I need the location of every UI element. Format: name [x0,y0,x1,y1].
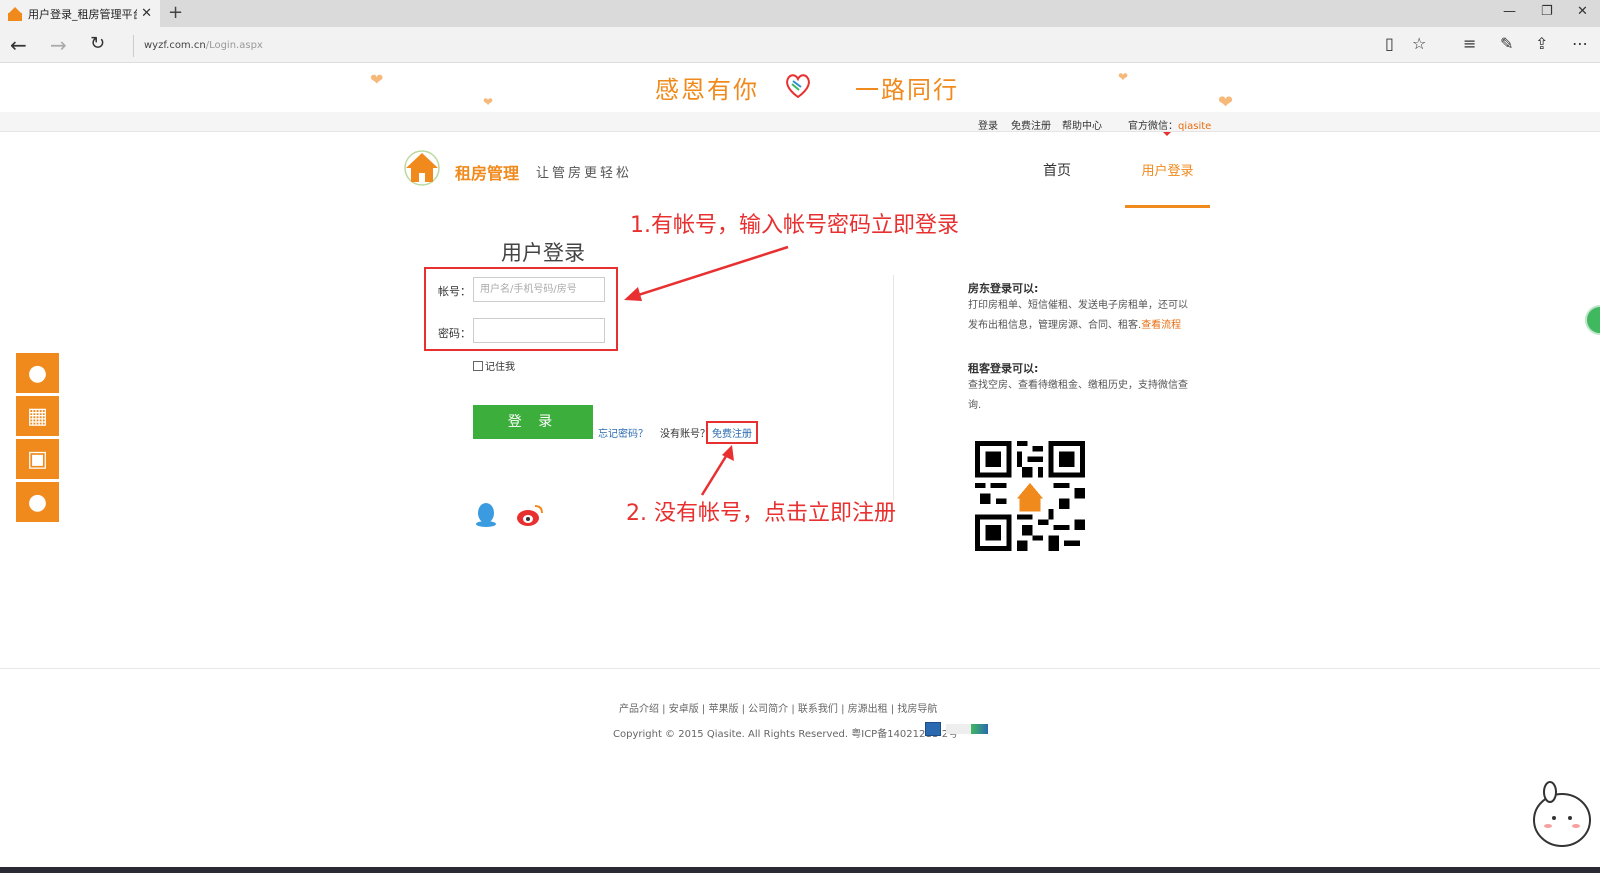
site-slogan: 让管房更轻松 [536,166,633,181]
web-note-icon[interactable]: ✎ [1500,34,1513,53]
view-process-link[interactable]: 查看流程 [1141,320,1181,331]
side-qq-button[interactable]: ● [16,353,59,393]
heart-decoration-icon: ❤ [1118,70,1129,84]
footer-copyright: Copyright © 2015 Qiasite. All Rights Res… [613,729,959,740]
wechat-id: qiasite [1178,121,1212,132]
free-register-link[interactable]: 免费注册 [706,421,758,444]
cnzz-badge-icon[interactable] [946,724,988,734]
forgot-password-link[interactable]: 忘记密码？ [598,425,648,440]
tenant-description: 查找空房、查看待缴租金、缴租历史，支持微信查询. [968,380,1188,411]
remember-checkbox[interactable] [473,360,483,371]
qq-login-icon[interactable] [474,502,498,528]
weibo-login-icon[interactable] [515,502,545,528]
top-help-link[interactable]: 帮助中心 [1062,117,1102,132]
security-badge-icon[interactable] [925,722,941,736]
nav-user-login-link[interactable]: 用户登录 [1125,160,1210,208]
mascot-decoration-icon [1533,781,1591,847]
vertical-divider [893,275,894,500]
landlord-title: 房东登录可以: [968,282,1039,295]
url-host: wyzf.com.cn [144,40,206,51]
url-path: /Login.aspx [205,40,263,51]
banner-text-right: 一路同行 [855,76,959,104]
android-icon: ▣ [27,446,48,472]
new-tab-button[interactable]: + [168,2,183,23]
house-logo-icon[interactable] [402,146,442,186]
restore-icon[interactable]: ❐ [1541,4,1553,19]
wechat-info[interactable]: 官方微信：qiasite [1128,117,1211,132]
refresh-icon[interactable]: ↻ [90,33,105,54]
browser-tab-strip [0,0,1600,27]
no-account-text: 没有账号？ [660,429,710,440]
password-label: 密码： [438,327,471,340]
heart-decoration-icon: ❤ [1218,92,1234,113]
footer-divider [0,668,1600,669]
close-tab-icon[interactable]: ✕ [141,6,152,21]
login-button[interactable]: 登 录 [473,405,593,439]
annotation-arrow-1-icon [624,245,789,301]
landlord-description: 打印房租单、短信催租、发送电子房租单，还可以发布出租信息，管理房源、合同、租客.… [968,296,1188,336]
qq-icon: ● [27,360,48,386]
reading-view-icon[interactable]: ▯ [1385,34,1394,53]
tenant-title: 租客登录可以: [968,362,1039,375]
top-login-link[interactable]: 登录 [978,117,998,132]
remember-me-option[interactable]: 记住我 [473,358,515,373]
more-icon[interactable]: ⋯ [1572,34,1588,53]
login-title: 用户登录 [501,241,585,265]
favorite-star-icon[interactable]: ☆ [1412,34,1426,53]
heart-decoration-icon: ❤ [483,95,494,109]
password-input[interactable] [473,318,605,343]
qr-code-icon: ▦ [27,403,48,429]
tab-title: 用户登录_租房管理平台 [28,7,138,21]
nav-home-link[interactable]: 首页 [1043,160,1071,180]
apple-icon: ● [27,489,48,515]
browser-tab-active[interactable]: 用户登录_租房管理平台 ✕ [0,0,160,27]
wechat-label: 官方微信： [1128,121,1178,132]
account-label: 帐号： [438,285,471,298]
url-field[interactable]: wyzf.com.cn/Login.aspx [133,35,263,57]
footer-links[interactable]: 产品介绍 | 安卓版 | 苹果版 | 公司简介 | 联系我们 | 房源出租 | … [619,700,937,715]
annotation-step2: 2. 没有帐号，点击立即注册 [626,501,896,526]
annotation-step1: 1.有帐号，输入帐号密码立即登录 [630,213,959,238]
share-icon[interactable]: ⇪ [1535,34,1548,53]
account-input[interactable]: 用户名/手机号码/房号 [473,277,605,302]
top-links-bar [0,112,1600,132]
banner-text-left: 感恩有你 [655,76,759,104]
side-apple-button[interactable]: ● [16,482,59,522]
top-register-link[interactable]: 免费注册 [1011,117,1051,132]
close-window-icon[interactable]: ✕ [1577,4,1588,19]
heart-decoration-icon: ❤ [370,70,384,89]
wechat-qr-code-icon [975,441,1085,551]
hub-icon[interactable]: ≡ [1463,34,1476,53]
os-taskbar [0,867,1600,873]
remember-label: 记住我 [485,362,515,373]
side-android-button[interactable]: ▣ [16,439,59,479]
floating-widget-icon[interactable] [1585,305,1600,335]
annotation-arrow-2-icon [700,445,734,496]
wechat-caret-icon [1163,132,1171,136]
site-logo-title[interactable]: 租房管理 [455,160,519,184]
banner-heart-logo-icon [786,74,810,99]
side-qr-button[interactable]: ▦ [16,396,59,436]
minimize-icon[interactable]: — [1503,4,1516,19]
site-favicon-icon [8,6,22,21]
forward-icon[interactable]: → [50,33,67,57]
back-icon[interactable]: ← [10,33,27,57]
